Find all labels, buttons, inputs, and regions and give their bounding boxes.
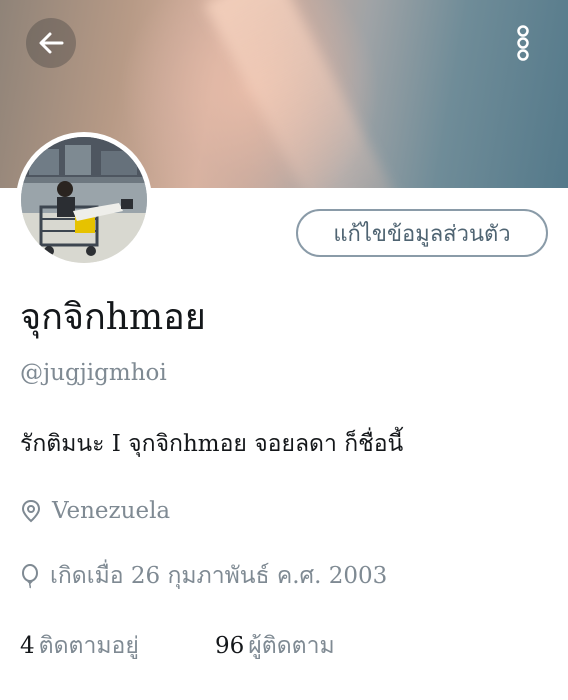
arrow-left-icon <box>39 32 64 54</box>
following-count: 4 <box>20 633 35 659</box>
balloon-icon <box>22 564 38 589</box>
following-label: ติดตามอยู่ <box>38 633 139 659</box>
user-handle: @jugjigmhoi <box>20 360 167 386</box>
followers-count: 96 <box>215 633 245 659</box>
location-pin-icon <box>21 499 41 523</box>
birth-date-text: เกิดเมื่อ 26 กุมภาพันธ์ ค.ศ. 2003 <box>50 563 388 589</box>
display-name: จุกจิกhmอย <box>20 297 206 338</box>
avatar[interactable] <box>16 132 152 268</box>
more-options-button[interactable] <box>498 18 548 68</box>
birth-row: เกิดเมื่อ 26 กุมภาพันธ์ ค.ศ. 2003 <box>20 558 387 594</box>
location-row: Venezuela <box>20 498 170 524</box>
follow-stats: 4 ติดตามอยู่ 96 ผู้ติดตาม <box>20 628 335 664</box>
followers-link[interactable]: 96 ผู้ติดตาม <box>215 628 335 664</box>
back-button[interactable] <box>26 18 76 68</box>
followers-label: ผู้ติดตาม <box>248 633 335 659</box>
avatar-photo <box>21 137 147 263</box>
edit-profile-label: แก้ไขข้อมูลส่วนตัว <box>333 221 511 247</box>
avatar-image <box>21 137 147 263</box>
location-text: Venezuela <box>52 498 171 524</box>
profile-bio: รักติมนะ I จุกจิกhmอย จอยลดา ก็ชื่อนี้ <box>20 431 404 457</box>
following-link[interactable]: 4 ติดตามอยู่ <box>20 628 215 664</box>
more-vertical-icon <box>517 25 529 61</box>
edit-profile-button[interactable]: แก้ไขข้อมูลส่วนตัว <box>296 209 548 257</box>
